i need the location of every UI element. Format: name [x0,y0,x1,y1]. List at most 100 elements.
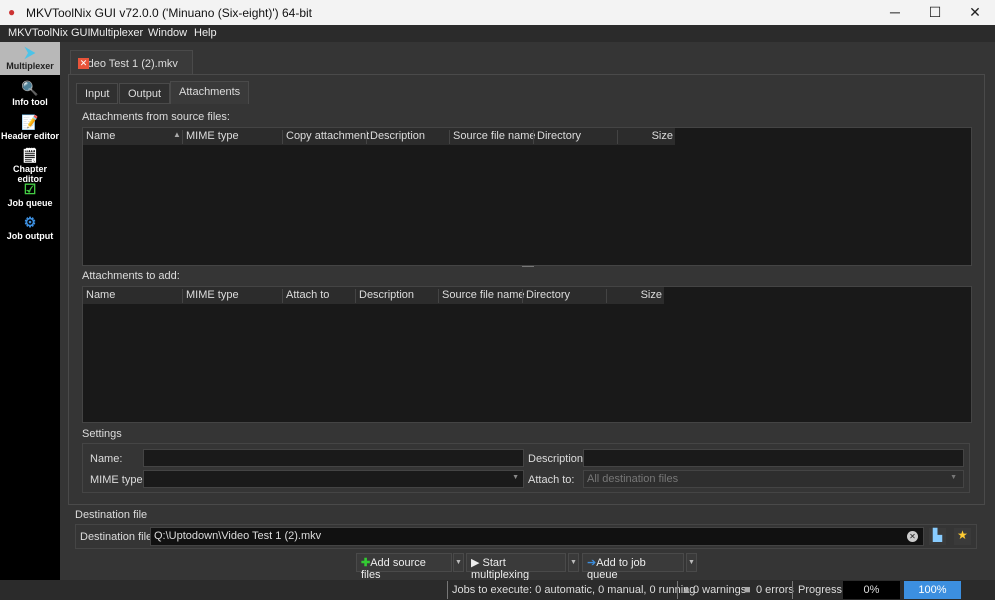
sidebar-item-job-output[interactable]: ⚙ Job output [0,212,60,245]
column-header[interactable]: MIME type [182,130,239,144]
attach-to-select[interactable]: All destination files ▼ [583,470,964,488]
sidebar-item-info-tool[interactable]: 🔍 Info tool [0,78,60,111]
column-header[interactable]: Directory [522,289,570,303]
sort-ascending-icon: ▲ [173,130,181,139]
tab-file[interactable]: Video Test 1 (2).mkv ✕ [70,50,193,75]
column-header[interactable]: Source file name [449,130,536,144]
add-source-files-dropdown[interactable]: ▼ [453,553,464,572]
tab-output[interactable]: Output [119,83,171,104]
add-source-files-button[interactable]: ✚Add source files [356,553,452,581]
warnings-count[interactable]: 0 warnings [693,584,746,596]
errors-count[interactable]: 0 errors [756,584,794,596]
notepad-icon: 🗒 [21,147,39,163]
divider [447,581,448,599]
destination-title: Destination file [75,509,148,521]
sidebar-item-header-editor[interactable]: 📝 Header editor [0,112,60,145]
add-to-job-queue-button[interactable]: ➔Add to job queue [582,553,684,581]
description-label: Description: [528,453,587,465]
column-header[interactable]: Description [355,289,414,303]
sidebar-label: Header editor [0,131,60,141]
current-progress-value: 0% [863,584,880,596]
chevron-down-icon: ▼ [950,474,957,481]
sidebar: ⮞ Multiplexer 🔍 Info tool 📝 Header editor 🗒… [0,42,60,580]
app-icon: ● [8,5,16,19]
name-label: Name: [90,453,123,465]
column-header[interactable]: Copy attachment [282,130,369,144]
pencil-icon: 📝 [21,114,39,130]
recent-destinations-button[interactable]: ★ [954,528,971,545]
menu-mkvtoolnix[interactable]: MKVToolNix GUI [8,27,91,39]
tab-input[interactable]: Input [76,83,119,104]
jobs-status: Jobs to execute: 0 automatic, 0 manual, … [452,584,696,596]
column-header[interactable]: Size [606,289,664,303]
attach-to-label: Attach to: [528,474,575,486]
divider [677,581,678,599]
browse-file-button[interactable]: ▙ [929,528,946,545]
button-label: Add source files [361,557,426,581]
clear-icon[interactable]: ✕ [907,531,918,542]
gear-icon: ⚙ [23,214,37,230]
progress-label: Progress: [798,584,846,596]
maximize-button[interactable]: ☐ [915,0,955,25]
menu-multiplexer[interactable]: Multiplexer [90,27,143,39]
button-label: Add to job queue [587,557,646,581]
destination-label: Destination file: [80,531,156,543]
column-header[interactable]: Name [83,130,115,144]
status-bar: Jobs to execute: 0 automatic, 0 manual, … [0,580,995,600]
warning-icon: ▲ [681,584,692,596]
source-attachments-label: Attachments from source files: [82,111,230,123]
folder-star-icon: ★ [957,528,968,542]
file-tab-label: Video Test 1 (2).mkv [78,58,178,70]
attach-to-value: All destination files [587,473,679,485]
menu-bar: MKVToolNix GUI Multiplexer Window Help [0,25,995,42]
start-multiplexing-dropdown[interactable]: ▼ [568,553,579,572]
queue-arrow-icon: ➔ [587,557,597,569]
start-multiplexing-button[interactable]: ▶ Start multiplexing [466,553,566,581]
column-header[interactable]: MIME type [182,289,239,303]
table-header: Name ▲ MIME type Copy attachment Descrip… [83,128,675,145]
close-button[interactable]: ✕ [955,0,995,25]
column-header[interactable]: Name [83,289,115,303]
window-title: MKVToolNix GUI v72.0.0 ('Minuano (Six-ei… [26,6,313,20]
sidebar-item-job-queue[interactable]: ☑ Job queue [0,179,60,212]
divider [792,581,793,599]
total-progress-bar: 100% [904,581,961,599]
play-icon: ▶ [471,557,483,569]
add-to-job-queue-dropdown[interactable]: ▼ [686,553,697,572]
tab-attachments[interactable]: Attachments [170,81,250,104]
column-header[interactable]: Description [366,130,425,144]
checklist-icon: ☑ [23,181,37,197]
sidebar-label: Info tool [12,97,48,107]
name-input[interactable] [143,449,524,467]
table-header: Name MIME type Attach to Description Sou… [83,287,664,304]
document-icon: ▙ [932,528,943,542]
splitter-handle[interactable] [522,266,534,267]
column-header[interactable]: Attach to [282,289,329,303]
chevron-down-icon: ▼ [512,474,519,481]
source-attachments-table[interactable]: Name ▲ MIME type Copy attachment Descrip… [82,127,972,266]
sidebar-item-chapter-editor[interactable]: 🗒 Chapter editor [0,145,60,184]
title-bar: ● MKVToolNix GUI v72.0.0 ('Minuano (Six-… [0,0,995,25]
total-progress-value: 100% [918,584,947,596]
magnifier-icon: 🔍 [21,80,39,96]
add-attachments-table[interactable]: Name MIME type Attach to Description Sou… [82,286,972,423]
column-header[interactable]: Directory [533,130,581,144]
mime-type-combo[interactable]: ▼ [143,470,524,488]
settings-title: Settings [82,428,122,440]
menu-help[interactable]: Help [194,27,217,39]
destination-value: Q:\Uptodown\Video Test 1 (2).mkv [154,530,322,542]
menu-window[interactable]: Window [148,27,187,39]
close-tab-icon[interactable]: ✕ [78,58,89,69]
add-attachments-label: Attachments to add: [82,270,180,282]
column-header[interactable]: Source file name [438,289,525,303]
destination-input[interactable]: Q:\Uptodown\Video Test 1 (2).mkv ✕ [150,527,924,546]
minimize-button[interactable]: ─ [875,0,915,25]
current-progress-bar: 0% [843,581,900,599]
sidebar-item-multiplexer[interactable]: ⮞ Multiplexer [0,42,60,75]
mime-type-label: MIME type: [90,474,146,486]
column-header[interactable]: Size [617,130,675,144]
error-icon: ■ [744,584,751,596]
description-input[interactable] [583,449,964,467]
sidebar-label: Job queue [7,198,53,208]
multiplexer-icon: ⮞ [24,44,36,60]
